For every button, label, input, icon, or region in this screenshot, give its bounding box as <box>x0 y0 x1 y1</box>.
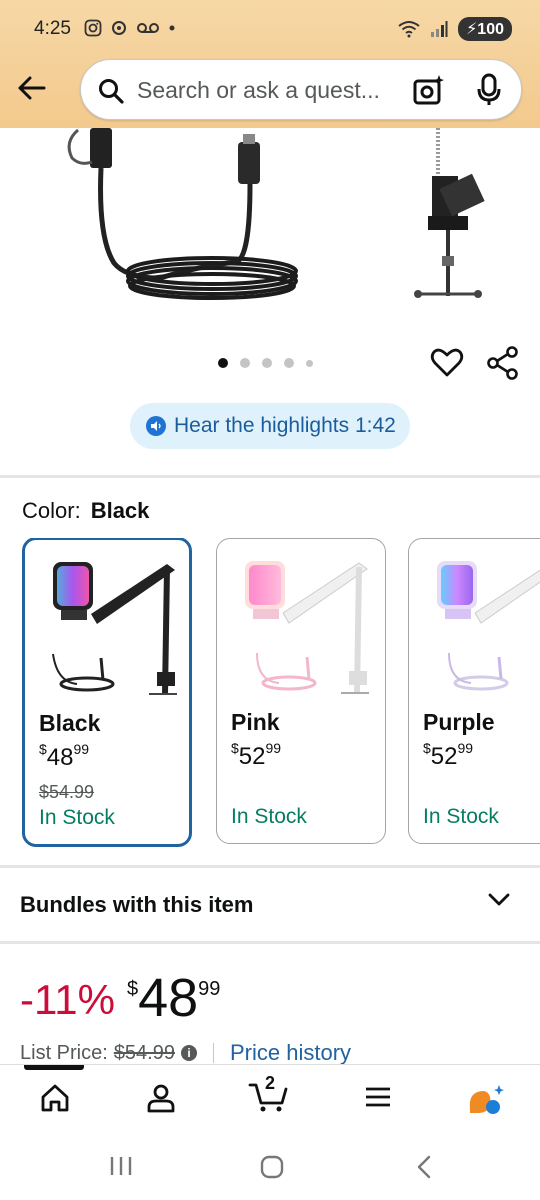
signal-icon <box>431 21 448 37</box>
variant-stock-status: In Stock <box>39 806 115 829</box>
voicemail-icon <box>137 23 159 33</box>
pagination-dot <box>306 359 313 367</box>
home-icon[interactable] <box>40 1083 70 1113</box>
price-block: -11% $ 48 99 <box>20 968 220 1028</box>
home-system-icon[interactable] <box>259 1154 285 1180</box>
rufus-assistant-icon[interactable] <box>466 1083 506 1117</box>
list-price-row: List Price: $54.99 i Price history <box>20 1040 351 1066</box>
wifi-icon <box>398 21 420 38</box>
pink-variant-thumbnail <box>245 561 369 694</box>
color-label-text: Color: <box>22 498 81 523</box>
share-icon[interactable] <box>486 346 520 380</box>
section-divider <box>0 941 540 944</box>
status-right: ⚡100 <box>398 17 512 41</box>
dot-icon <box>169 25 175 31</box>
pagination-dot-active <box>218 358 228 368</box>
variant-name: Purple <box>423 709 495 735</box>
variant-price: $5299 <box>231 740 282 770</box>
color-selector-label: Color: Black <box>22 498 149 524</box>
battery-level: 100 <box>477 21 504 38</box>
color-option-pink[interactable]: Pink $5299 In Stock <box>216 538 386 844</box>
product-image-gallery[interactable] <box>0 128 540 348</box>
color-option-purple[interactable]: Purple $5299 In Stock <box>408 538 540 844</box>
status-notification-icons <box>84 19 176 37</box>
separator <box>212 1043 214 1063</box>
price-currency: $ <box>126 978 139 1000</box>
back-system-icon[interactable] <box>414 1154 434 1180</box>
pagination-dot <box>262 358 272 368</box>
battery-indicator: ⚡100 <box>458 17 512 41</box>
highlights-label: Hear the highlights 1:42 <box>174 414 396 437</box>
camera-search-icon[interactable] <box>413 73 445 107</box>
microphone-icon[interactable] <box>477 73 501 107</box>
discount-percent: -11% <box>20 976 115 1023</box>
selected-color: Black <box>90 498 150 523</box>
bundles-title: Bundles with this item <box>20 892 254 917</box>
search-bar[interactable] <box>80 59 522 120</box>
app-notification-icon <box>112 21 126 35</box>
system-navigation-bar <box>0 1134 540 1200</box>
cart-button[interactable]: 2 <box>248 1073 290 1113</box>
variant-price: $4899 <box>39 741 90 771</box>
back-arrow-icon[interactable] <box>14 72 50 104</box>
variant-stock-status: In Stock <box>231 805 307 828</box>
account-icon[interactable] <box>146 1083 176 1113</box>
bottom-navigation: 2 <box>0 1064 540 1134</box>
info-icon[interactable]: i <box>180 1045 197 1061</box>
speaker-icon <box>146 416 166 436</box>
search-icon <box>99 79 124 104</box>
product-image <box>67 128 485 300</box>
list-price-value: $54.99 <box>113 1041 175 1064</box>
pagination-dot <box>240 358 250 368</box>
bundles-accordion[interactable]: Bundles with this item <box>0 868 540 942</box>
color-options: Black $4899 $54.99 In Stock Pink $5299 I… <box>22 538 540 848</box>
price-whole: 48 <box>138 968 199 1028</box>
list-price-label: List Price: <box>20 1041 108 1064</box>
black-variant-thumbnail <box>52 562 177 695</box>
price-history-link[interactable]: Price history <box>230 1040 351 1066</box>
menu-icon[interactable] <box>364 1083 392 1111</box>
image-pagination-dots <box>218 358 313 368</box>
price-cents: 99 <box>198 978 221 1000</box>
variant-price: $5299 <box>423 740 474 770</box>
cart-count: 2 <box>265 1073 276 1093</box>
purple-variant-thumbnail <box>437 561 540 691</box>
variant-stock-status: In Stock <box>423 805 499 828</box>
app-header: 4:25 ⚡100 <box>0 0 540 128</box>
status-bar: 4:25 ⚡100 <box>0 0 540 58</box>
recent-apps-icon[interactable] <box>108 1154 134 1178</box>
variant-list-price: $54.99 <box>39 782 95 802</box>
search-input[interactable] <box>137 74 399 106</box>
heart-icon[interactable] <box>430 346 464 380</box>
color-option-black[interactable]: Black $4899 $54.99 In Stock <box>22 538 192 847</box>
status-time: 4:25 <box>34 18 71 39</box>
instagram-icon <box>84 19 102 37</box>
chevron-down-icon <box>488 893 510 906</box>
section-divider <box>0 475 540 478</box>
variant-name: Black <box>39 710 101 736</box>
hear-highlights-button[interactable]: Hear the highlights 1:42 <box>130 403 410 449</box>
active-tab-indicator <box>24 1065 84 1070</box>
pagination-dot <box>284 358 294 368</box>
variant-name: Pink <box>231 709 280 735</box>
